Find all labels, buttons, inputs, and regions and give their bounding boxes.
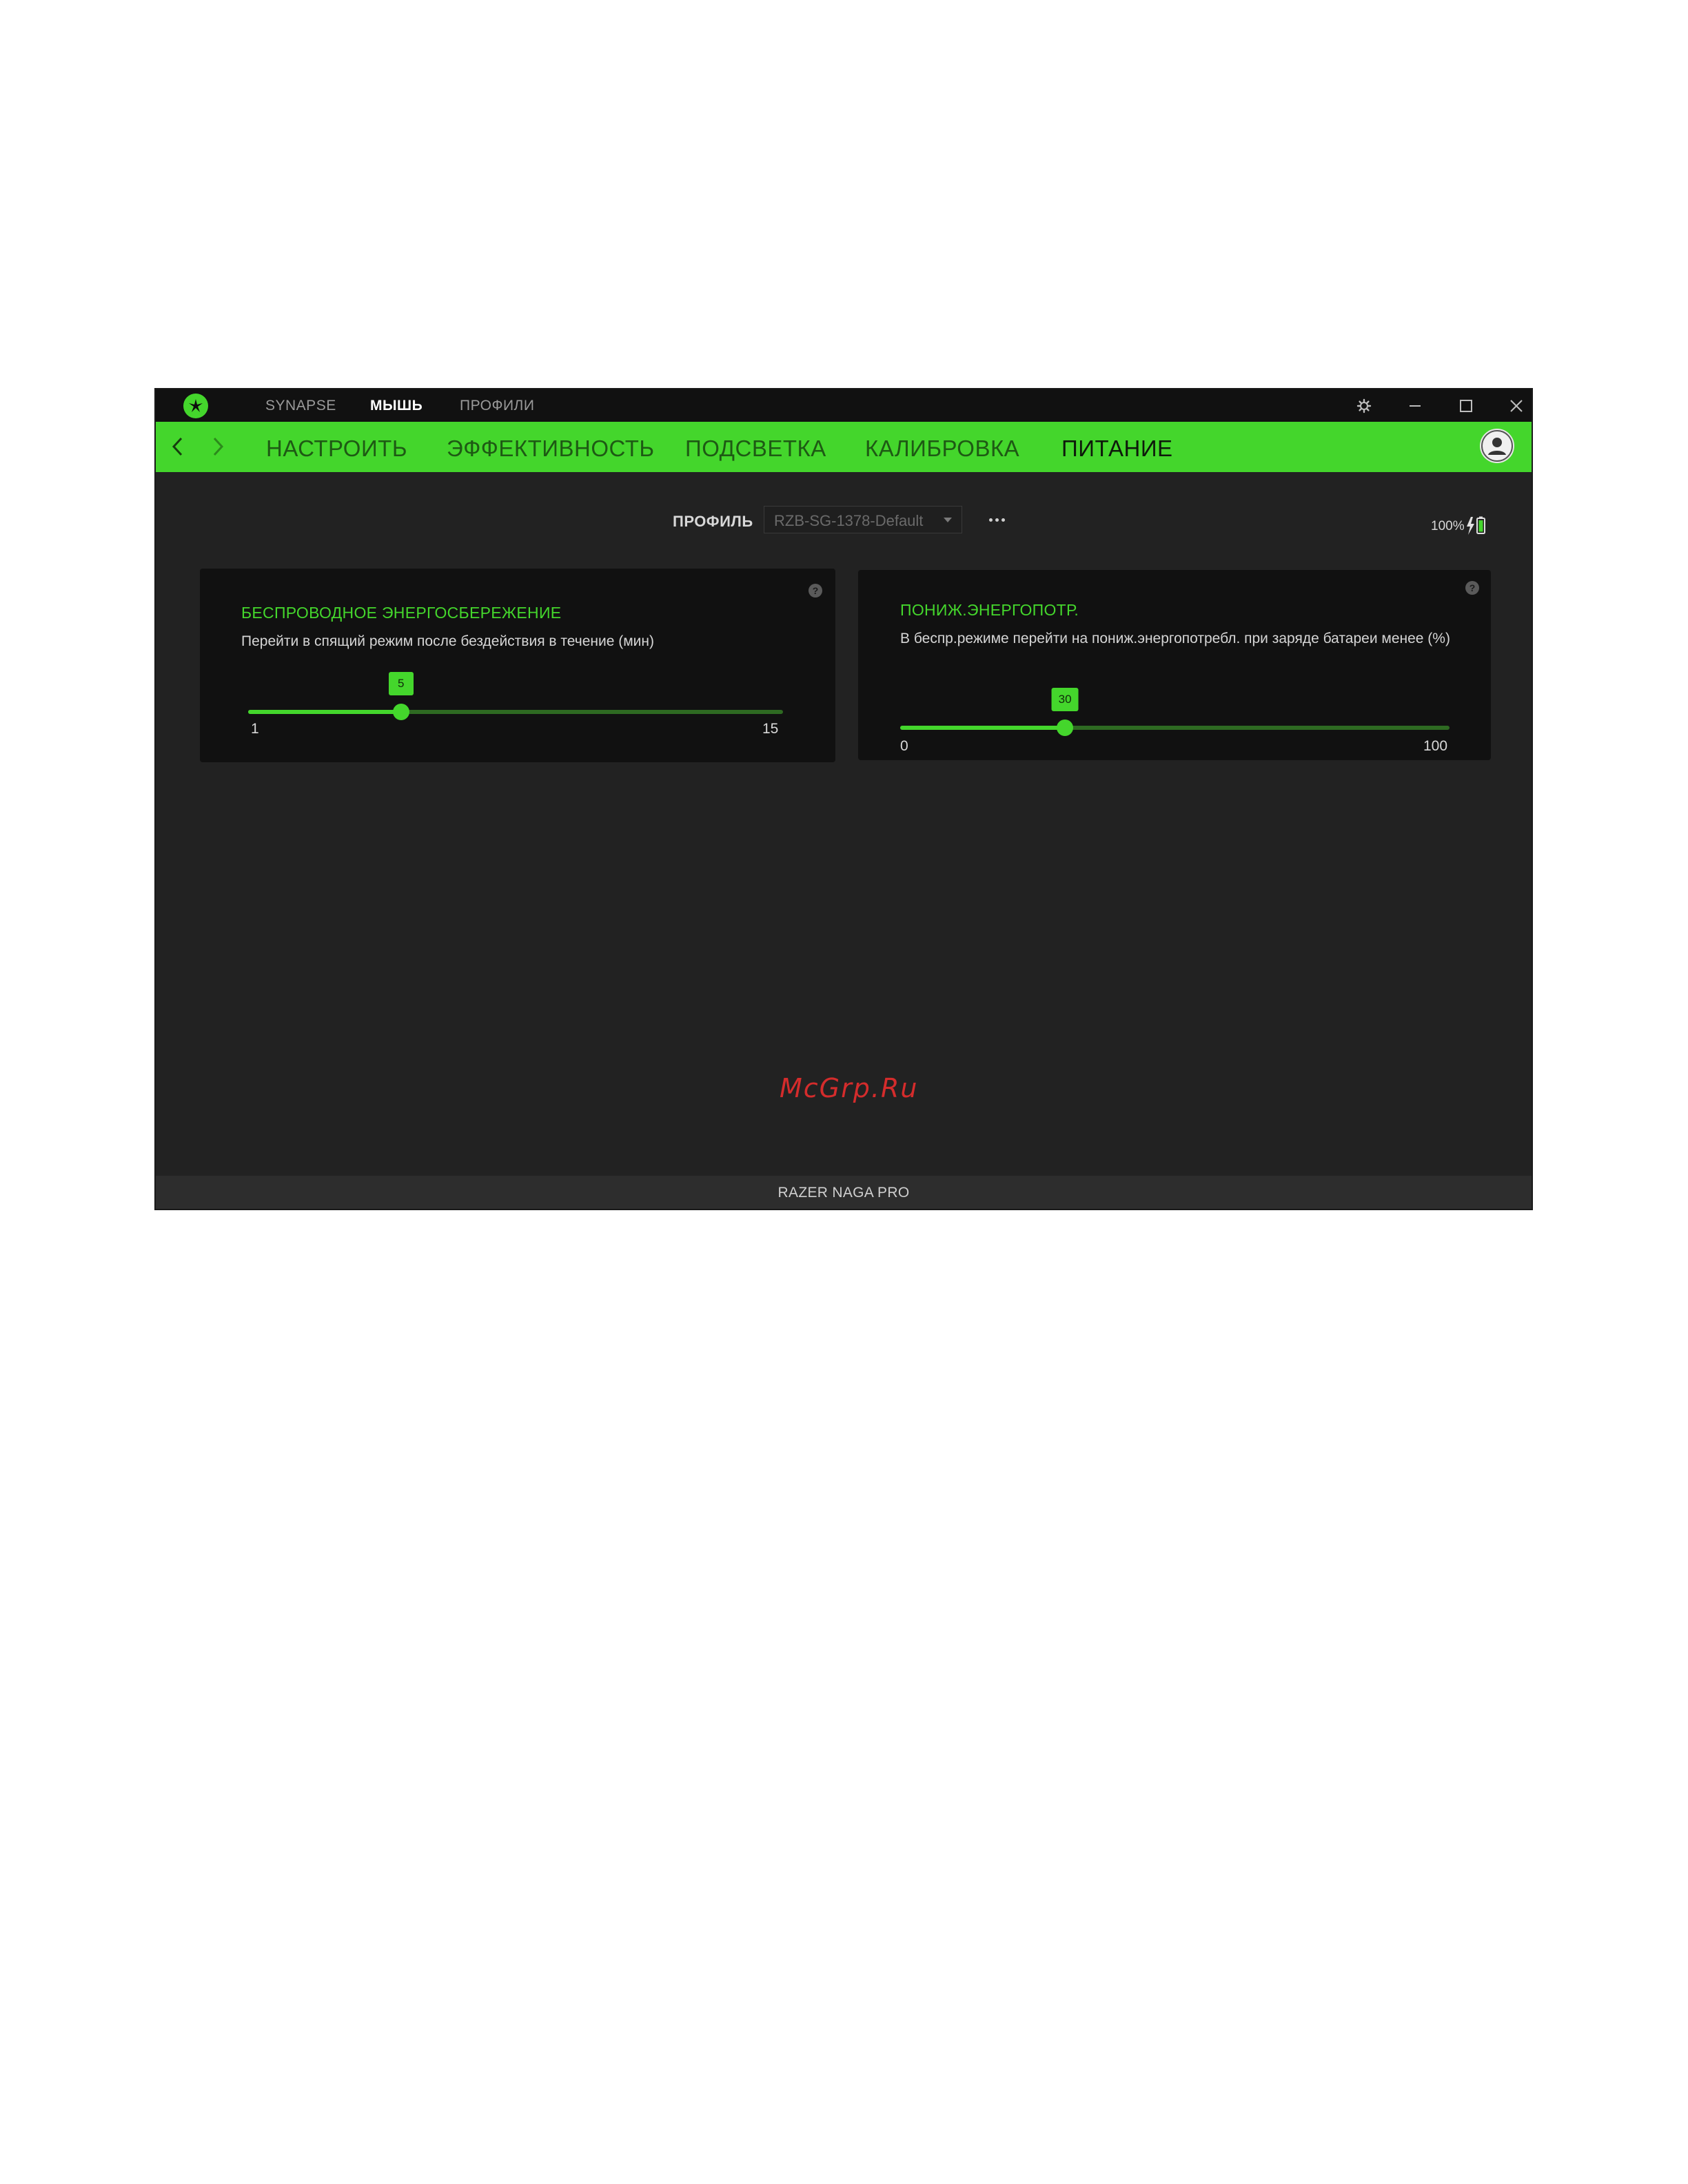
maximize-icon[interactable]	[1454, 394, 1478, 418]
slider-fill	[900, 726, 1066, 730]
tab-power[interactable]: ПИТАНИЕ	[1061, 436, 1173, 462]
section-nav-bar: НАСТРОИТЬ ЭФФЕКТИВНОСТЬ ПОДСВЕТКА КАЛИБР…	[156, 422, 1532, 472]
slider-thumb[interactable]	[392, 704, 409, 720]
top-tab-profiles[interactable]: ПРОФИЛИ	[460, 398, 534, 414]
slider-value-bubble: 5	[388, 672, 414, 695]
slider-max-label: 100	[1423, 738, 1448, 754]
user-avatar-icon[interactable]	[1480, 429, 1514, 463]
status-bar: RAZER NAGA PRO	[156, 1176, 1532, 1209]
panel-title: ПОНИЖ.ЭНЕРГОПОТР.	[900, 601, 1079, 619]
tab-calibration[interactable]: КАЛИБРОВКА	[865, 436, 1019, 462]
more-horizontal-icon[interactable]	[983, 508, 1010, 531]
slider-fill	[248, 710, 401, 714]
profile-dropdown-value: RZB-SG-1378-Default	[774, 512, 924, 529]
razer-logo-icon[interactable]	[183, 394, 208, 418]
help-icon[interactable]: ?	[1465, 581, 1479, 595]
panel-title: БЕСПРОВОДНОЕ ЭНЕРГОСБЕРЕЖЕНИЕ	[241, 604, 562, 622]
minimize-icon[interactable]	[1403, 394, 1427, 418]
battery-level: 100%	[1431, 519, 1465, 533]
slider-value-bubble: 30	[1051, 688, 1079, 711]
slider-max-label: 15	[762, 721, 779, 737]
watermark: McGrp.Ru	[780, 1073, 919, 1103]
slider-min-label: 1	[251, 721, 259, 737]
panel-description: В беспр.режиме перейти на пониж.энергопо…	[900, 631, 1450, 646]
profile-label: ПРОФИЛЬ	[673, 513, 753, 530]
chevron-down-icon	[944, 518, 952, 522]
top-tab-synapse[interactable]: SYNAPSE	[265, 398, 336, 414]
help-icon[interactable]: ?	[809, 584, 822, 598]
profile-dropdown[interactable]: RZB-SG-1378-Default	[764, 506, 962, 533]
panel-description: Перейти в спящий режим после бездействия…	[241, 633, 654, 649]
sleep-timeout-slider[interactable]: 5	[248, 672, 783, 720]
tab-lighting[interactable]: ПОДСВЕТКА	[685, 436, 826, 462]
chevron-left-icon[interactable]	[165, 434, 190, 459]
chevron-right-icon[interactable]	[205, 434, 230, 459]
synapse-window: SYNAPSE МЫШЬ ПРОФИЛИ НАСТРОИТЬ ЭФФЕКТИВН…	[156, 389, 1532, 1209]
slider-thumb[interactable]	[1057, 720, 1074, 736]
battery-charging-icon	[1465, 516, 1488, 540]
device-name: RAZER NAGA PRO	[777, 1185, 910, 1201]
low-power-mode-panel: ? ПОНИЖ.ЭНЕРГОПОТР. В беспр.режиме перей…	[858, 570, 1491, 760]
title-bar: SYNAPSE МЫШЬ ПРОФИЛИ	[156, 389, 1532, 422]
top-tab-mouse[interactable]: МЫШЬ	[370, 398, 423, 414]
low-power-threshold-slider[interactable]: 30	[900, 688, 1450, 736]
tab-performance[interactable]: ЭФФЕКТИВНОСТЬ	[447, 436, 655, 462]
tab-customize[interactable]: НАСТРОИТЬ	[266, 436, 407, 462]
wireless-power-saving-panel: ? БЕСПРОВОДНОЕ ЭНЕРГОСБЕРЕЖЕНИЕ Перейти …	[200, 569, 835, 762]
gear-icon[interactable]	[1352, 394, 1376, 418]
slider-min-label: 0	[900, 738, 908, 754]
close-icon[interactable]	[1504, 394, 1529, 418]
